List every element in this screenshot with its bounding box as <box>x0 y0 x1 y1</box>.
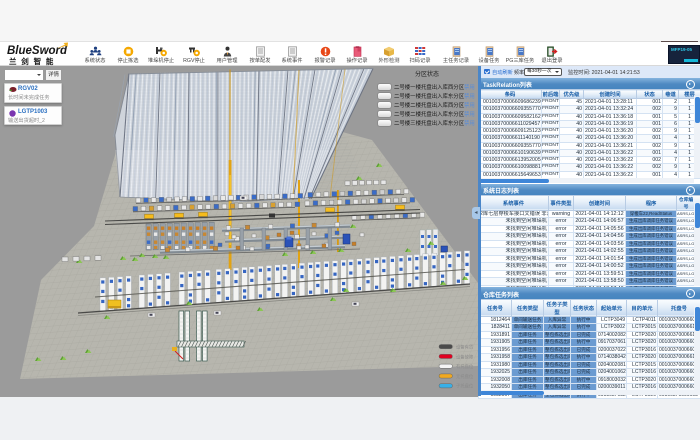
svg-text:无托盘位: 无托盘位 <box>456 373 474 380</box>
svg-text:设备故障: 设备故障 <box>456 353 474 360</box>
svg-text:有托盘位: 有托盘位 <box>456 363 474 370</box>
svg-text:子托盘位: 子托盘位 <box>456 383 474 389</box>
svg-text:设备有货: 设备有货 <box>456 344 474 351</box>
